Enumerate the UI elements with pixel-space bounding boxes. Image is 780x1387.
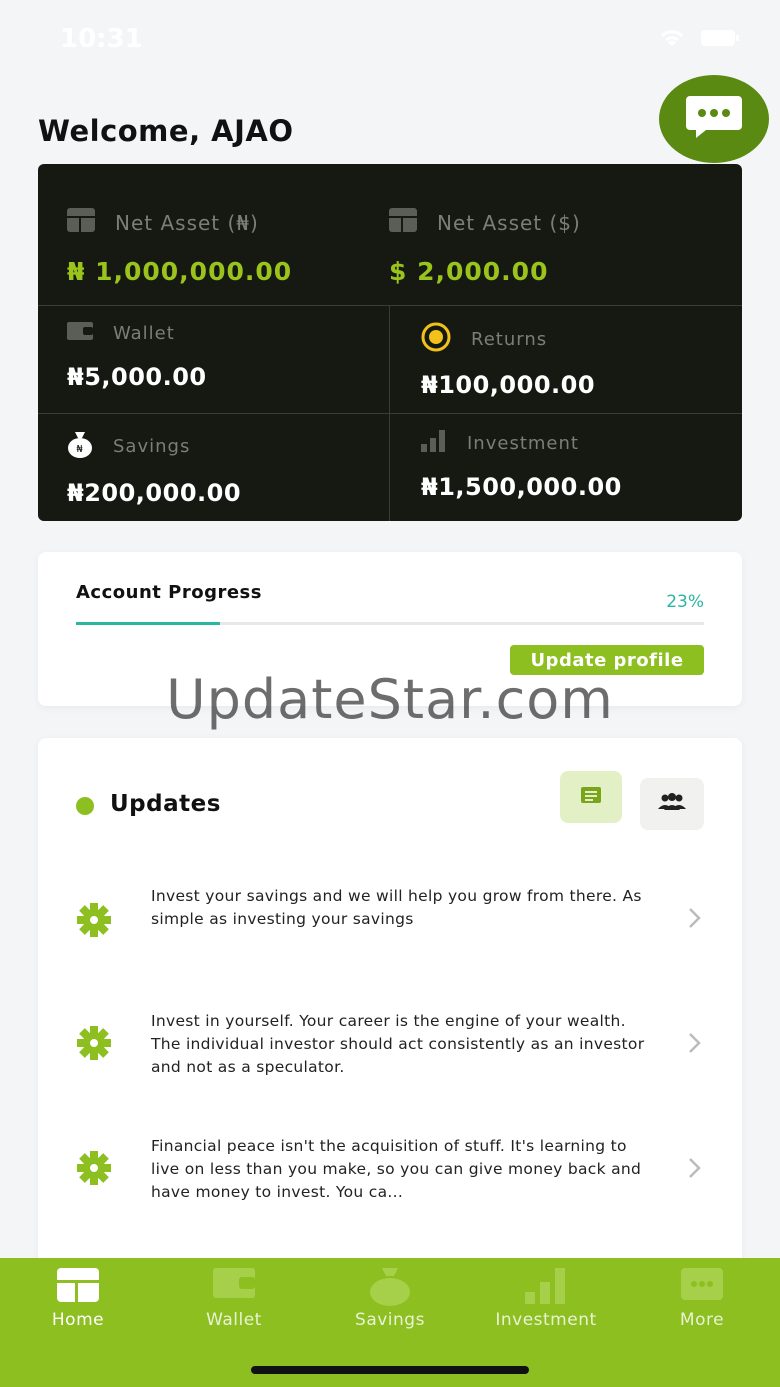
home-icon [57, 1268, 99, 1306]
wallet-label: Wallet [113, 323, 175, 344]
account-progress-title: Account Progress [76, 582, 262, 603]
updates-card: Updates Invest your savings and we will … [38, 738, 742, 1298]
savings-label: Savings [113, 436, 191, 457]
update-item[interactable]: Invest in yourself. Your career is the e… [38, 1001, 742, 1091]
update-item-text: Invest in yourself. Your career is the e… [151, 1012, 645, 1076]
nav-investment[interactable]: Investment [468, 1258, 624, 1338]
gear-icon [74, 900, 114, 944]
status-time: 10:31 [60, 24, 143, 54]
welcome-title: Welcome, AJAO [38, 114, 294, 148]
gear-icon [74, 1023, 114, 1067]
net-asset-row: Net Asset (₦) ₦ 1,000,000.00 Net Asset (… [38, 164, 742, 306]
nav-investment-label: Investment [495, 1310, 597, 1330]
battery-icon [700, 29, 740, 47]
net-asset-dollar: Net Asset ($) $ 2,000.00 [389, 208, 581, 286]
update-item-text: Invest your savings and we will help you… [151, 887, 642, 928]
money-bag-icon: ₦ [67, 430, 93, 463]
bar-chart-icon [421, 430, 447, 457]
home-indicator [251, 1366, 529, 1374]
more-icon [681, 1268, 723, 1304]
nav-savings-label: Savings [355, 1310, 425, 1330]
net-asset-naira-value: ₦ 1,000,000.00 [67, 257, 293, 286]
account-progress-percent: 23% [666, 592, 704, 612]
layout-icon [67, 208, 95, 237]
investment-icon [525, 1268, 567, 1308]
chevron-right-icon [686, 1156, 704, 1184]
wallet-value: ₦5,000.00 [67, 363, 207, 391]
net-asset-naira-label: Net Asset (₦) [115, 210, 259, 235]
layout-icon [389, 208, 417, 237]
watermark: UpdateStar.com [166, 668, 614, 731]
svg-text:₦: ₦ [76, 444, 83, 455]
returns-label: Returns [471, 329, 548, 350]
wallet-icon [67, 322, 93, 345]
tab-community[interactable] [640, 778, 704, 830]
savings-icon [369, 1268, 411, 1310]
assets-card: Net Asset (₦) ₦ 1,000,000.00 Net Asset (… [38, 164, 742, 521]
wallet-cell[interactable]: Wallet ₦5,000.00 [67, 322, 207, 391]
chat-button[interactable] [659, 75, 769, 163]
savings-value: ₦200,000.00 [67, 479, 242, 507]
wifi-icon [658, 28, 686, 48]
wallet-icon [213, 1268, 255, 1302]
savings-cell[interactable]: ₦ Savings ₦200,000.00 [67, 430, 241, 507]
bottom-nav: Home Wallet Savings Investment More [0, 1258, 780, 1387]
net-asset-naira: Net Asset (₦) ₦ 1,000,000.00 [67, 208, 292, 286]
tab-news[interactable] [560, 771, 622, 823]
nav-savings[interactable]: Savings [312, 1258, 468, 1338]
chat-bubble-icon [684, 92, 744, 146]
group-icon [657, 793, 687, 815]
updates-title: Updates [110, 791, 221, 817]
update-item[interactable]: Invest your savings and we will help you… [38, 876, 742, 966]
investment-value: ₦1,500,000.00 [421, 473, 622, 501]
document-icon [580, 786, 602, 808]
investment-label: Investment [467, 433, 579, 454]
update-item-text: Financial peace isn't the acquisition of… [151, 1137, 642, 1201]
net-asset-dollar-value: $ 2,000.00 [389, 257, 549, 286]
chevron-right-icon [686, 1031, 704, 1059]
status-icons [658, 28, 740, 48]
nav-wallet-label: Wallet [206, 1310, 262, 1330]
status-bar: 10:31 [0, 0, 780, 70]
account-progress-fill [76, 622, 221, 625]
investment-cell[interactable]: Investment ₦1,500,000.00 [421, 430, 622, 501]
updates-dot [76, 797, 94, 815]
returns-coin-icon [421, 322, 451, 357]
gear-icon [74, 1148, 114, 1192]
account-progress-bar [76, 622, 704, 625]
nav-home[interactable]: Home [0, 1258, 156, 1338]
returns-value: ₦100,000.00 [421, 371, 596, 399]
chevron-right-icon [686, 906, 704, 934]
nav-more[interactable]: More [624, 1258, 780, 1338]
nav-wallet[interactable]: Wallet [156, 1258, 312, 1338]
returns-cell[interactable]: Returns ₦100,000.00 [421, 322, 595, 399]
nav-more-label: More [679, 1310, 725, 1330]
nav-home-label: Home [51, 1310, 105, 1330]
update-item[interactable]: Financial peace isn't the acquisition of… [38, 1126, 742, 1216]
net-asset-dollar-label: Net Asset ($) [437, 210, 581, 235]
divider [38, 413, 742, 414]
